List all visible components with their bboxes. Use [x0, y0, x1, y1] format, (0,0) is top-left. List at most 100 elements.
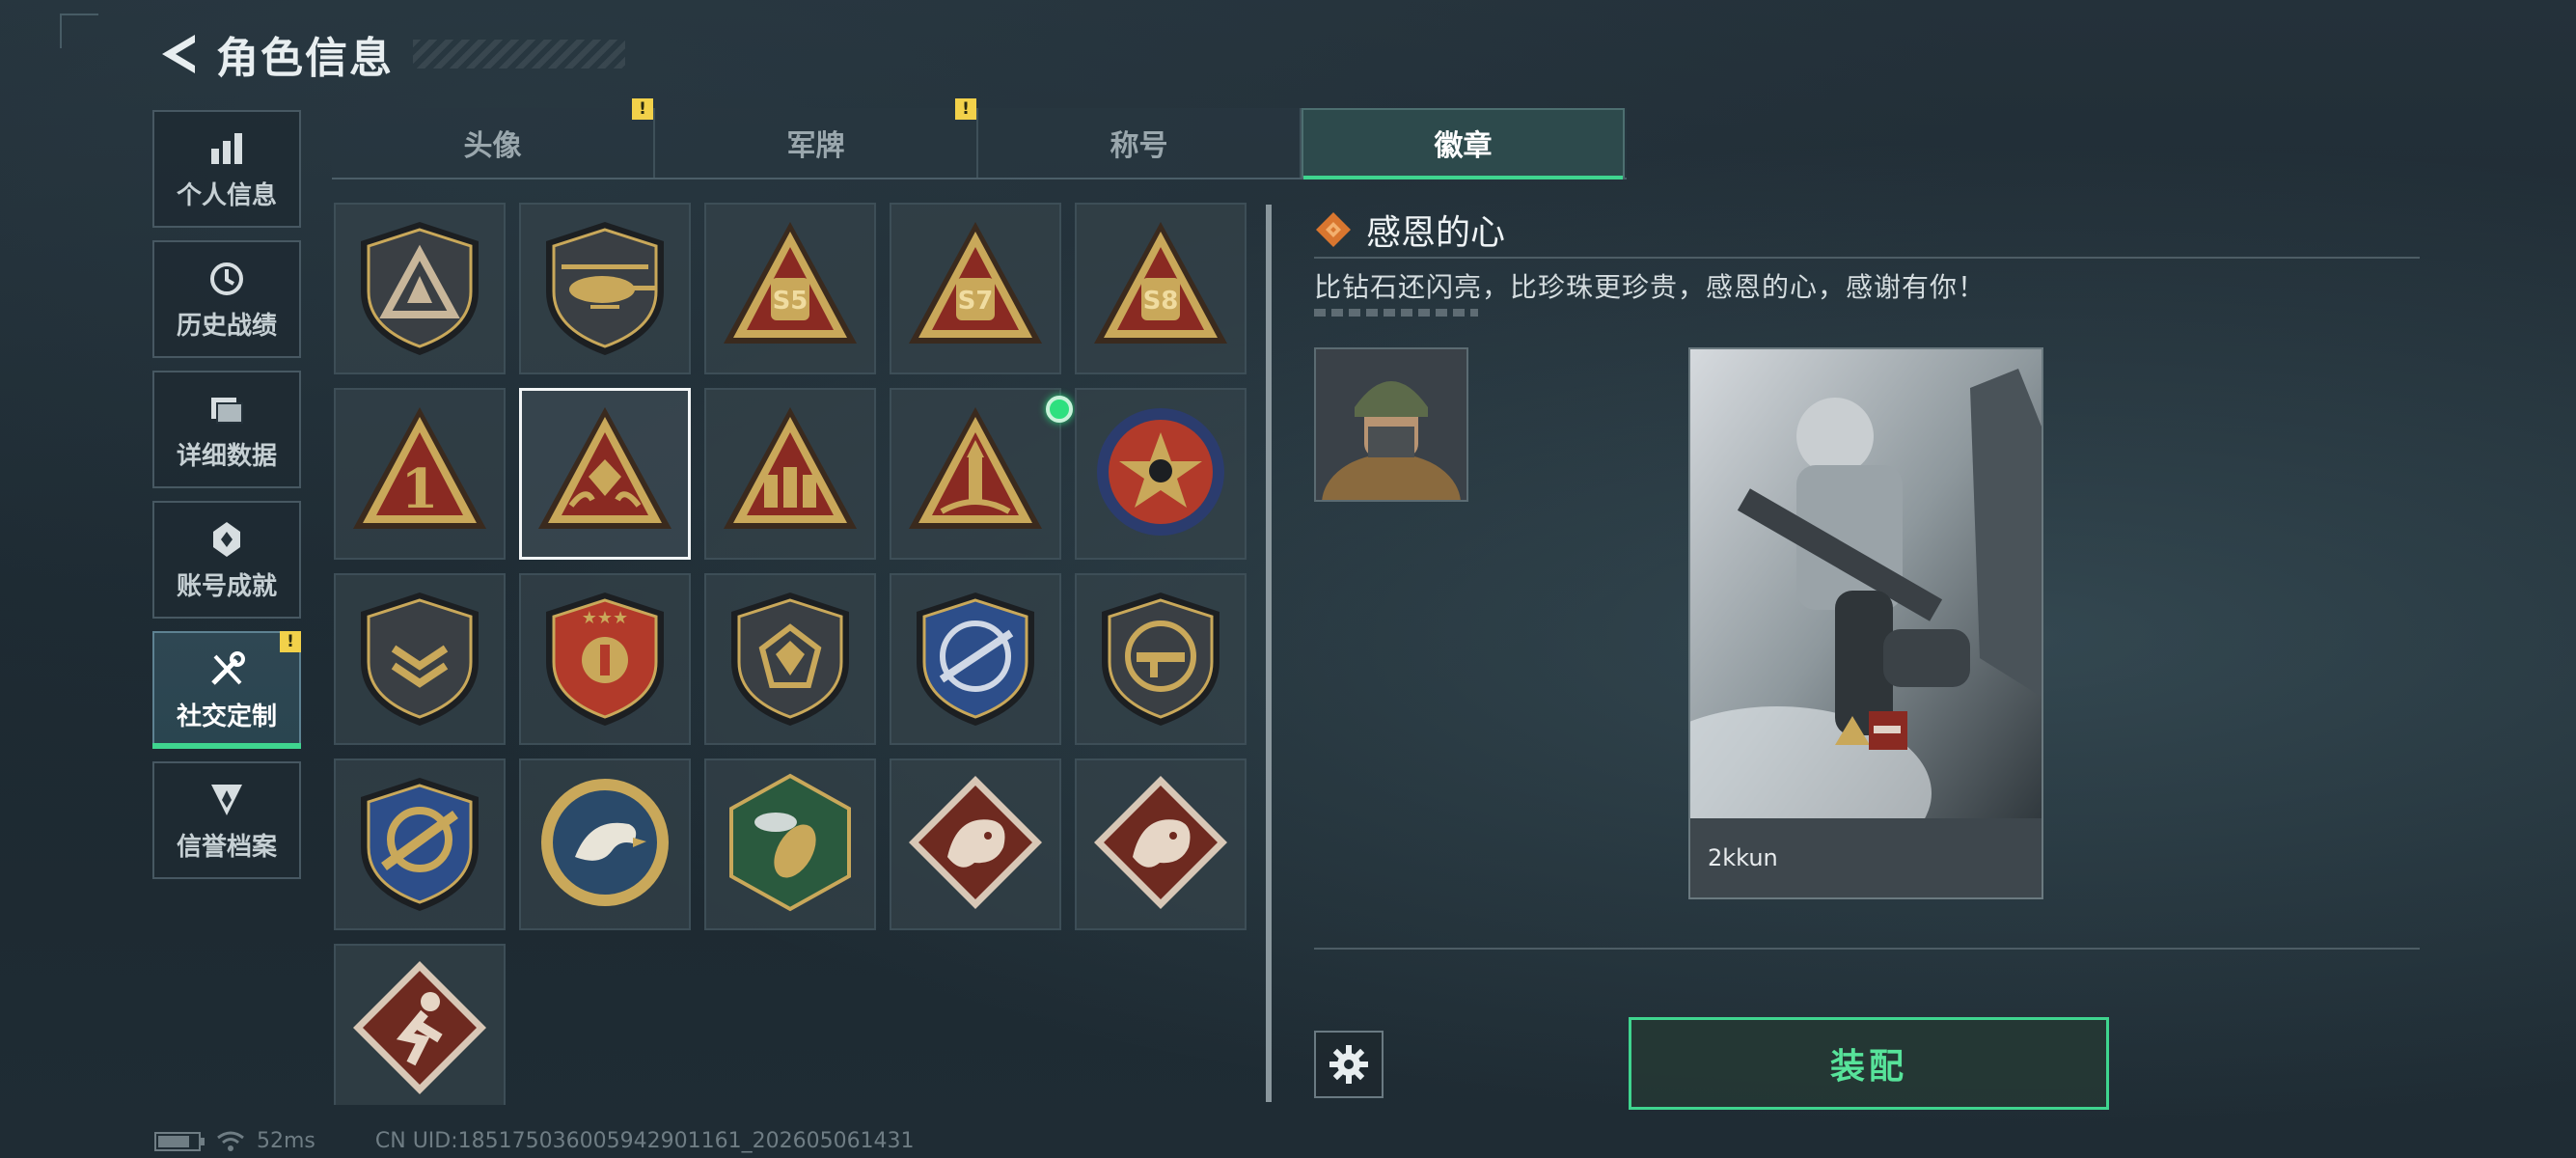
- folder-icon: [206, 388, 248, 430]
- nav-label: 账号成就: [176, 571, 277, 601]
- badge-description: 比钻石还闪亮，比珍珠更珍贵，感恩的心，感谢有你！: [1314, 271, 1987, 303]
- badge-item[interactable]: [334, 758, 506, 930]
- nav-item-credit[interactable]: 信誉档案: [152, 761, 301, 879]
- badge-item[interactable]: [519, 758, 691, 930]
- settings-button[interactable]: [1314, 1031, 1384, 1098]
- badge-subtext-decoration: [1314, 309, 1478, 317]
- tab-badge[interactable]: 徽章: [1302, 108, 1625, 179]
- nav-item-detailed-data[interactable]: 详细数据: [152, 371, 301, 488]
- bar-chart-icon: [206, 127, 248, 170]
- badge-item[interactable]: [1075, 388, 1247, 560]
- tools-icon: [206, 648, 248, 691]
- dragon-diamond-icon: [1088, 770, 1233, 919]
- tab-label: 军牌: [786, 129, 845, 163]
- badge-item[interactable]: [704, 573, 876, 745]
- achievement-icon: [206, 518, 248, 561]
- nav-item-personal-info[interactable]: 个人信息: [152, 110, 301, 228]
- badge-item[interactable]: [890, 758, 1061, 930]
- triangle-shield-icon: [347, 214, 492, 363]
- badge-item[interactable]: S5: [704, 203, 876, 374]
- tab-title[interactable]: 称号: [978, 108, 1302, 178]
- ping-text: 52ms: [257, 1129, 315, 1153]
- smg-shield-icon: [1088, 585, 1233, 733]
- badge-grid: S5 S7 S8 1 ★★★: [334, 203, 1250, 1105]
- scrollbar-thumb[interactable]: [1266, 205, 1272, 1102]
- badge-item[interactable]: S7: [890, 203, 1061, 374]
- badge-item[interactable]: [704, 388, 876, 560]
- badge-item[interactable]: [334, 203, 506, 374]
- svg-text:S5: S5: [773, 287, 808, 316]
- badge-item[interactable]: [890, 388, 1073, 560]
- stars-shield-icon: ★★★: [533, 585, 677, 733]
- badge-preview-card: 2kkun: [1688, 347, 2043, 899]
- tab-label: 头像: [463, 129, 522, 163]
- tab-label: 称号: [1110, 129, 1168, 163]
- svg-text:S7: S7: [958, 287, 994, 316]
- new-indicator-dot: [1046, 396, 1073, 423]
- badge-detail-title: 感恩的心: [1366, 213, 1506, 253]
- badge-item[interactable]: ★★★: [519, 573, 691, 745]
- nav-label: 历史战绩: [176, 311, 277, 341]
- nav-label: 信誉档案: [176, 832, 277, 862]
- warning-badge: !: [280, 631, 301, 652]
- status-bar: 52ms CN UID:1851750360059429011​61_20260…: [154, 1129, 915, 1153]
- uid-text: CN UID:1851750360059429011​61_2026050614…: [374, 1129, 915, 1153]
- badge-item[interactable]: [519, 203, 691, 374]
- back-arrow-icon: [162, 35, 195, 73]
- dragon-diamond-icon: [903, 770, 1048, 919]
- equip-button[interactable]: 装配: [1629, 1017, 2109, 1110]
- tab-avatar[interactable]: 头像 !: [332, 98, 655, 178]
- badge-item[interactable]: [1075, 573, 1247, 745]
- badge-detail-header: 感恩的心: [1314, 205, 1505, 255]
- nav-label: 详细数据: [176, 441, 277, 471]
- svg-text:1: 1: [401, 457, 439, 521]
- back-button[interactable]: [154, 29, 201, 79]
- tab-bar: 头像 ! 军牌 ! 称号 徽章: [332, 98, 1627, 179]
- badge-item[interactable]: [704, 758, 876, 930]
- tab-label: 徽章: [1434, 129, 1493, 163]
- badge-item[interactable]: S8: [1075, 203, 1247, 374]
- corner-decoration: [60, 14, 98, 48]
- nav-item-social-custom[interactable]: ! 社交定制: [152, 631, 301, 749]
- wasp-icon: [718, 770, 863, 919]
- badge-item[interactable]: 1: [334, 388, 506, 560]
- badge-item[interactable]: [519, 388, 691, 560]
- preview-name-bar: 2kkun: [1690, 818, 2042, 897]
- credit-icon: [206, 779, 248, 821]
- number-one-triangle-icon: 1: [347, 400, 492, 548]
- svg-text:S8: S8: [1143, 287, 1179, 316]
- nav-item-history[interactable]: 历史战绩: [152, 240, 301, 358]
- rifle-crosshair-icon: [903, 585, 1048, 733]
- badge-item[interactable]: [890, 573, 1061, 745]
- soldiers-triangle-icon: [718, 400, 863, 548]
- divider: [1314, 948, 2420, 950]
- soldier-artwork: [1690, 349, 2042, 822]
- badge-item[interactable]: [1075, 758, 1247, 930]
- svg-text:★★★: ★★★: [582, 608, 628, 628]
- s7-triangle-icon: S7: [903, 214, 1048, 363]
- runner-diamond-icon: [347, 955, 492, 1104]
- s5-triangle-icon: S5: [718, 214, 863, 363]
- badge-diamond-icon: [1316, 212, 1351, 247]
- helicopter-shield-icon: [533, 214, 677, 363]
- page-header: 角色信息: [154, 25, 625, 83]
- nav-item-achievements[interactable]: 账号成就: [152, 501, 301, 619]
- avatar: [1314, 347, 1468, 502]
- player-name: 2kkun: [1708, 844, 1778, 871]
- wifi-icon: [217, 1131, 244, 1151]
- rifle-gold-icon: [347, 770, 492, 919]
- warning-badge: !: [955, 98, 976, 120]
- badge-item[interactable]: [334, 573, 506, 745]
- nav-label: 社交定制: [176, 702, 277, 731]
- eagle-icon: [533, 770, 677, 919]
- diamond-hands-triangle-icon: [533, 400, 677, 548]
- warning-badge: !: [632, 98, 653, 120]
- rocket-triangle-icon: [903, 400, 1048, 548]
- tab-dog-tag[interactable]: 军牌 !: [655, 98, 978, 178]
- badge-item[interactable]: [334, 944, 506, 1105]
- gem-shield-icon: [718, 585, 863, 733]
- history-icon: [206, 258, 248, 300]
- divider: [1314, 257, 2420, 259]
- title-decoration: [413, 40, 625, 69]
- nav-label: 个人信息: [176, 180, 277, 210]
